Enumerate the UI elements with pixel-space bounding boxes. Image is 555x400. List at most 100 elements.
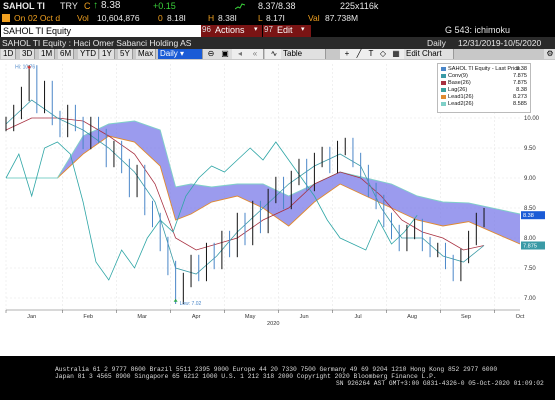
edit-label: Edit bbox=[277, 25, 293, 35]
x-tick-label: Feb bbox=[83, 314, 93, 320]
y-tick-label: 9.00 bbox=[524, 176, 536, 182]
period-3d-button[interactable]: 3D bbox=[20, 49, 36, 59]
period-6m-button[interactable]: 6M bbox=[58, 49, 75, 59]
function-title: G 543: ichimoku bbox=[445, 25, 511, 35]
footer-line-3: SN 926264 AST GMT+3:00 G831-4326-0 05-Oc… bbox=[336, 380, 544, 387]
vol-label: Vol bbox=[77, 13, 89, 23]
legend-label: Lag(26) bbox=[448, 87, 468, 93]
legend-swatch bbox=[441, 80, 446, 85]
y-tick-label: 8.50 bbox=[524, 206, 536, 212]
period-5y-button[interactable]: 5Y bbox=[118, 49, 133, 59]
buy-marker-icon bbox=[173, 298, 178, 302]
settings-gear-icon[interactable]: ⚙ bbox=[544, 49, 555, 59]
bid-ask-size: 225x116k bbox=[340, 1, 379, 11]
legend-value: 7.875 bbox=[513, 73, 527, 79]
x-tick-label: Jul bbox=[355, 314, 362, 320]
last-price: 8.38 bbox=[101, 0, 121, 11]
chart-settings-icon[interactable]: ▦ bbox=[388, 49, 405, 59]
axis-value-tag-label: 7.875 bbox=[523, 244, 537, 250]
date-range: 12/31/2019-10/5/2020 bbox=[458, 38, 542, 48]
chart-subheader: SAHOL TI Equity : Haci Omer Sabanci Hold… bbox=[0, 37, 555, 49]
chart-legend[interactable]: SAHOL TI Equity - Last Price 8.38 Conv(9… bbox=[437, 63, 531, 113]
legend-label: Conv(9) bbox=[448, 73, 468, 79]
x-tick-label: Jan bbox=[27, 314, 36, 320]
last-flag: C bbox=[84, 1, 91, 11]
y-tick-label: 10.00 bbox=[524, 116, 540, 122]
frequency-select[interactable]: Daily ▾ bbox=[158, 49, 203, 59]
stats-line: On 02 Oct d Vol 10,604,876 0 8.18I H 8.3… bbox=[0, 13, 555, 24]
actions-menu-button[interactable]: 96 Actions ▾ bbox=[201, 25, 262, 37]
x-tick-label: Mar bbox=[137, 314, 147, 320]
x-axis-year-label: 2020 bbox=[267, 321, 279, 327]
command-line: SAHOL TI Equity 96 Actions ▾ 97 Edit ▾ G… bbox=[0, 25, 555, 37]
x-tick-label: Oct bbox=[516, 314, 525, 320]
period-1m-button[interactable]: 1M bbox=[39, 49, 56, 59]
caret-down-icon: ▾ bbox=[180, 49, 185, 58]
low-value: 8.17I bbox=[266, 13, 285, 23]
legend-swatch bbox=[441, 101, 446, 106]
y-axis: 10.00 9.50 9.00 8.50 8.00 7.50 7.00 8.38 7.875 bbox=[521, 116, 545, 302]
period-ytd-button[interactable]: YTD bbox=[78, 49, 99, 59]
security-name: SAHOL TI Equity : Haci Omer Sabanci Hold… bbox=[2, 38, 192, 48]
caret-down-icon: ▾ bbox=[254, 26, 258, 33]
legend-label: Lead2(26) bbox=[448, 101, 474, 107]
legend-entry-lag: Lag(26) 8.38 bbox=[441, 87, 527, 93]
y-tick-label: 7.00 bbox=[524, 296, 536, 302]
legend-swatch bbox=[441, 87, 446, 92]
open-label: 0 bbox=[158, 13, 163, 23]
period-max-button[interactable]: Max bbox=[136, 49, 157, 59]
volume-value: 10,604,876 bbox=[97, 13, 140, 23]
edit-menu-button[interactable]: 97 Edit ▾ bbox=[263, 25, 311, 37]
legend-value: 8.585 bbox=[513, 101, 527, 107]
legend-swatch bbox=[441, 66, 446, 71]
legend-value: 8.38 bbox=[516, 66, 527, 72]
x-tick-label: May bbox=[245, 314, 256, 320]
legend-entry-conv: Conv(9) 7.875 bbox=[441, 73, 527, 79]
actions-number: 96 bbox=[202, 25, 211, 34]
y-tick-label: 9.50 bbox=[524, 146, 536, 152]
legend-label: SAHOL TI Equity - Last Price bbox=[448, 66, 521, 72]
legend-value: 8.273 bbox=[513, 94, 527, 100]
table-button[interactable]: Table bbox=[281, 49, 326, 59]
high-value: 8.38I bbox=[218, 13, 237, 23]
high-label: H bbox=[208, 13, 215, 23]
currency: TRY bbox=[60, 1, 78, 11]
y-tick-label: 7.50 bbox=[524, 266, 536, 272]
frequency-label: Daily bbox=[427, 38, 446, 48]
open-value: 8.18I bbox=[167, 13, 186, 23]
legend-entry-base: Base(26) 7.875 bbox=[441, 80, 527, 86]
legend-entry-lead1: Lead1(26) 8.273 bbox=[441, 94, 527, 100]
quote-line: SAHOL TI TRY C ↑ 8.38 +0.15 8.37/8.38 22… bbox=[0, 0, 555, 13]
low-annotation: Low: 7.02 bbox=[180, 301, 202, 307]
legend-label: Base(26) bbox=[448, 80, 471, 86]
ticker: SAHOL TI bbox=[3, 1, 45, 11]
footer: Australia 61 2 9777 8600 Brazil 5511 239… bbox=[0, 360, 555, 400]
legend-value: 8.38 bbox=[516, 87, 527, 93]
bid-ask: 8.37/8.38 bbox=[258, 1, 296, 11]
alert-icon bbox=[2, 14, 10, 22]
caret-down-icon: ▾ bbox=[301, 26, 305, 33]
x-axis: Jan Feb Mar Apr May Jun Jul Aug Sep Oct 2020 bbox=[5, 309, 525, 327]
high-annotation: Hi: 10.76 bbox=[15, 64, 35, 70]
legend-swatch bbox=[441, 73, 446, 78]
legend-entry-price: SAHOL TI Equity - Last Price 8.38 bbox=[441, 66, 527, 72]
frequency-select-value: Daily bbox=[160, 49, 178, 58]
price-change: +0.15 bbox=[153, 1, 176, 11]
val-label: Val bbox=[308, 13, 320, 23]
legend-swatch bbox=[441, 94, 446, 99]
x-tick-label: Apr bbox=[192, 314, 201, 320]
x-tick-label: Aug bbox=[407, 314, 417, 320]
intraday-sparkline-icon bbox=[235, 3, 245, 10]
edit-number: 97 bbox=[264, 25, 273, 34]
legend-entry-lead2: Lead2(26) 8.585 bbox=[441, 101, 527, 107]
period-1y-button[interactable]: 1Y bbox=[100, 49, 115, 59]
legend-value: 7.875 bbox=[513, 80, 527, 86]
x-tick-label: Sep bbox=[461, 314, 471, 320]
on-label: On bbox=[14, 13, 26, 23]
actions-label: Actions bbox=[215, 25, 245, 35]
period-1d-button[interactable]: 1D bbox=[1, 49, 17, 59]
double-back-icon[interactable]: « bbox=[247, 49, 264, 59]
edit-chart-button[interactable]: Edit Chart bbox=[404, 49, 454, 59]
security-field[interactable]: SAHOL TI Equity bbox=[1, 25, 201, 37]
y-tick-label: 8.00 bbox=[524, 236, 536, 242]
